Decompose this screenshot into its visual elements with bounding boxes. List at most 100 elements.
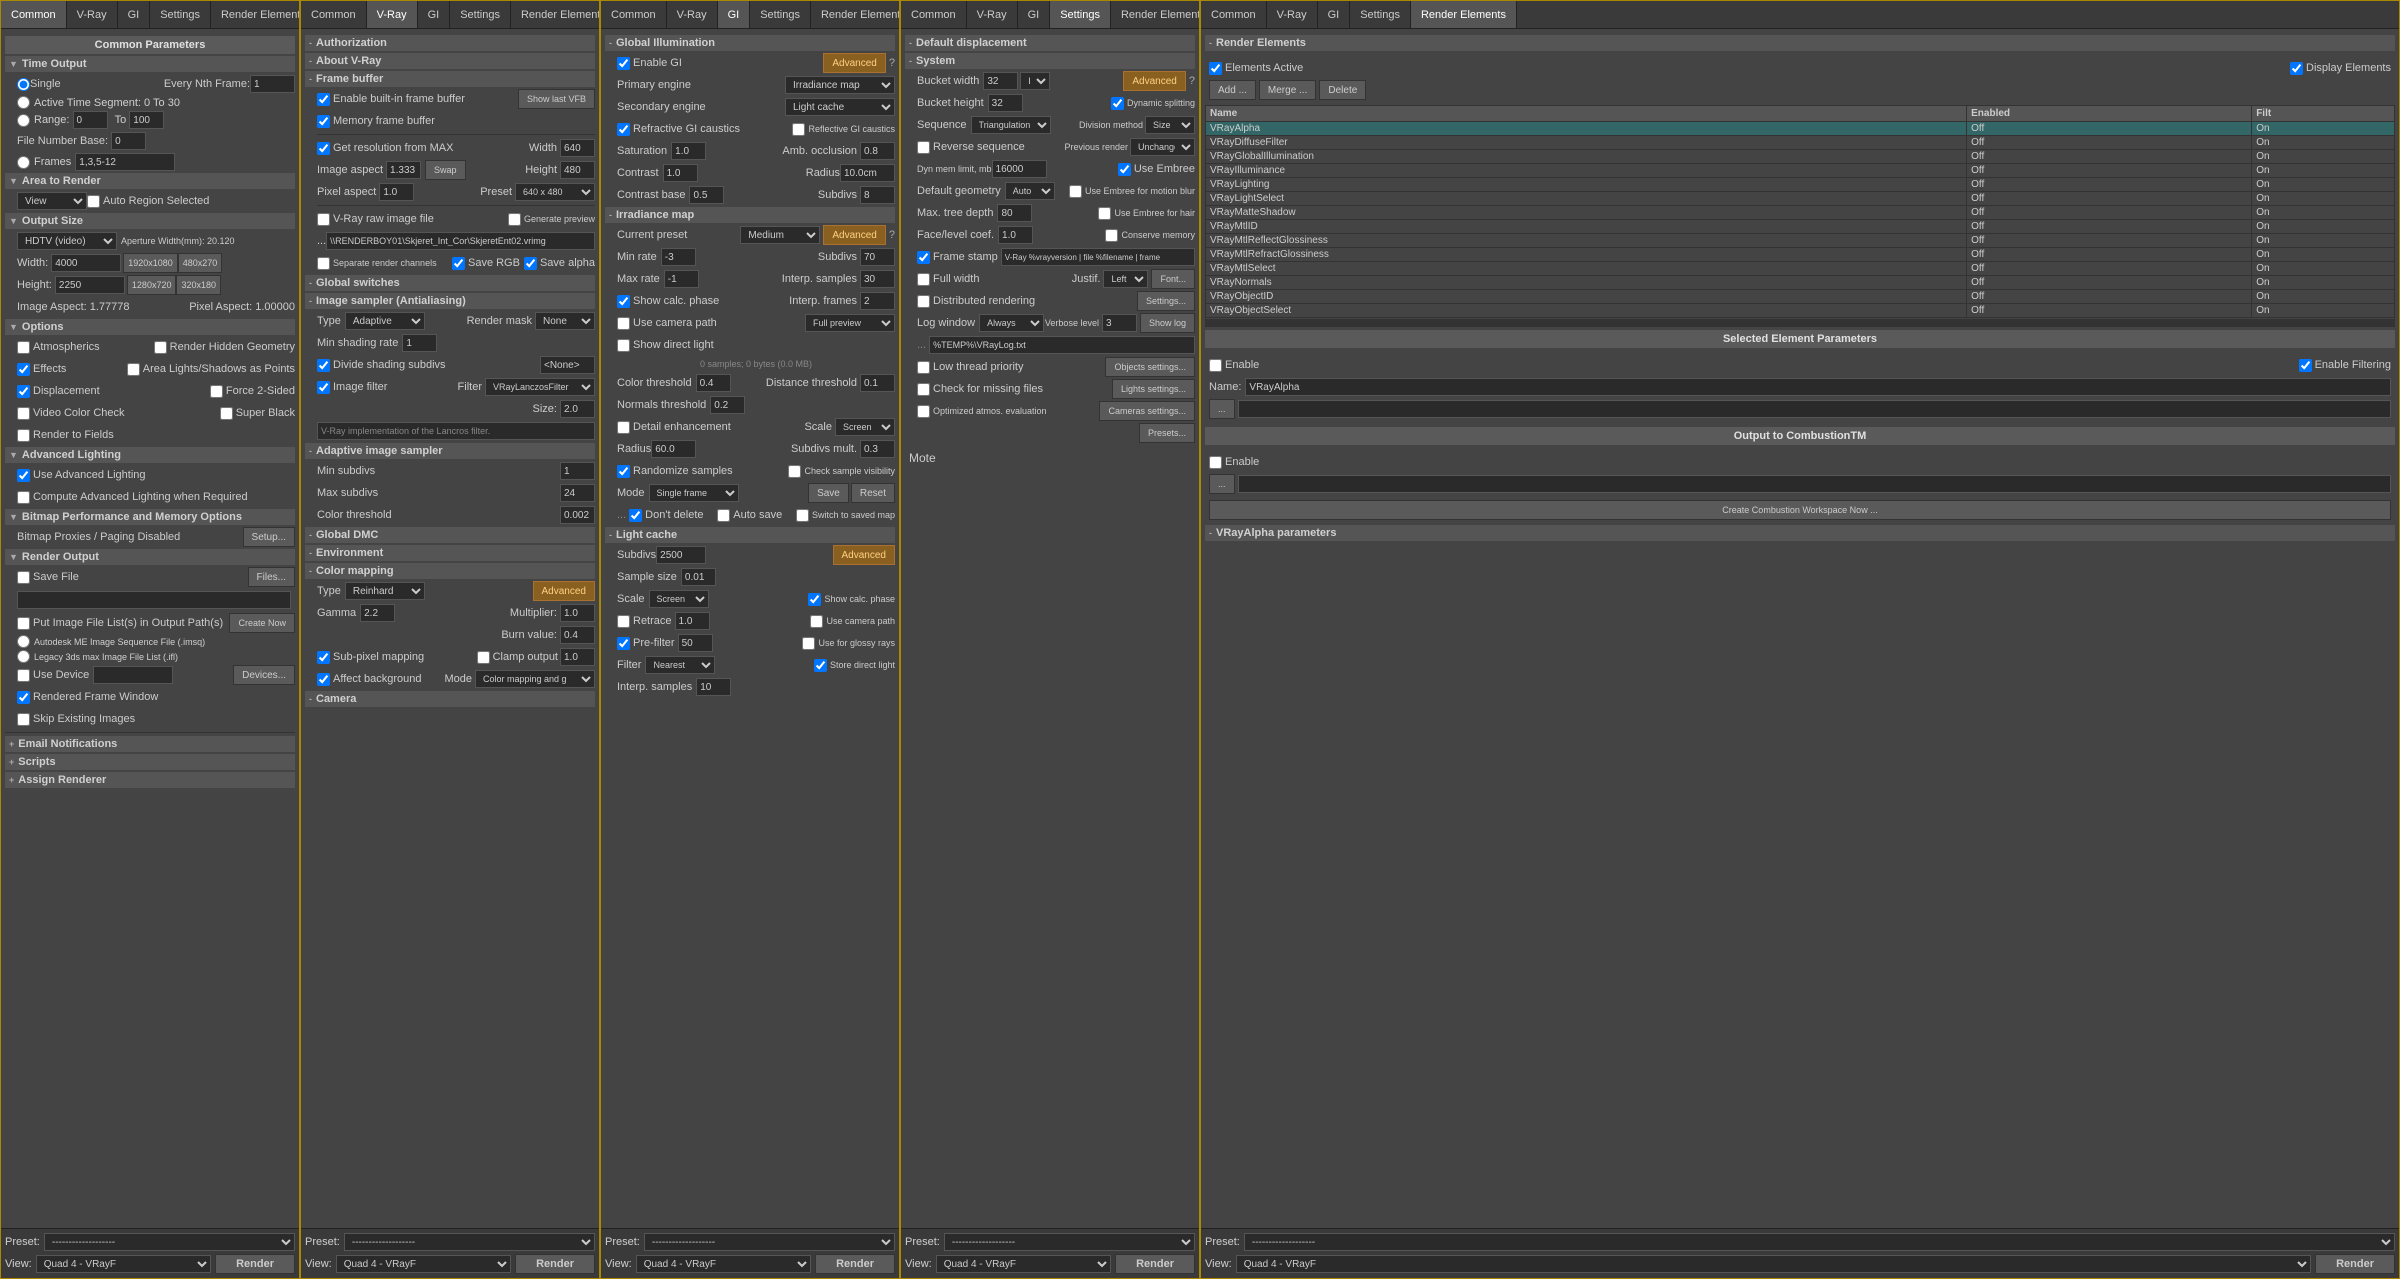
cb-divide-shading[interactable] bbox=[317, 359, 330, 372]
input-sample-size[interactable] bbox=[681, 568, 716, 586]
cb-sub-pixel[interactable] bbox=[317, 651, 330, 664]
btn-dist-settings[interactable]: Settings... bbox=[1137, 291, 1195, 311]
input-width[interactable] bbox=[51, 254, 121, 272]
tab-common-render-elements[interactable]: Render Elements bbox=[211, 1, 300, 28]
input-multiplier[interactable] bbox=[560, 604, 595, 622]
btn-font[interactable]: Font... bbox=[1151, 269, 1195, 289]
select-area-render[interactable]: View bbox=[17, 192, 87, 210]
group-email[interactable]: + Email Notifications bbox=[5, 736, 295, 752]
cb-pre-filter[interactable] bbox=[617, 637, 630, 650]
radio-single[interactable] bbox=[17, 78, 30, 91]
select-lc-scale[interactable]: Screen bbox=[649, 590, 709, 608]
table-row[interactable]: VRayMatteShadow Off On bbox=[1206, 206, 2395, 220]
group-bitmap[interactable]: ▼ Bitmap Performance and Memory Options bbox=[5, 509, 295, 525]
group-about-vray[interactable]: - About V-Ray bbox=[305, 53, 595, 69]
group-vrayalpha-params[interactable]: - VRayAlpha parameters bbox=[1205, 525, 2395, 541]
btn-files[interactable]: Files... bbox=[248, 567, 295, 587]
table-row[interactable]: VRayMtlRefractGlossiness Off On bbox=[1206, 248, 2395, 262]
table-row[interactable]: VRayLightSelect Off On bbox=[1206, 192, 2395, 206]
input-radius-de[interactable] bbox=[651, 440, 696, 458]
btn-cameras-settings[interactable]: Cameras settings... bbox=[1099, 401, 1195, 421]
cb-embree-hair[interactable] bbox=[1098, 207, 1111, 220]
cb-retrace[interactable] bbox=[617, 615, 630, 628]
radio-active-time[interactable] bbox=[17, 96, 30, 109]
btn-res2[interactable]: 480x270 bbox=[178, 253, 223, 273]
group-irradiance[interactable]: - Irradiance map bbox=[605, 207, 895, 223]
cb-show-direct-light[interactable] bbox=[617, 339, 630, 352]
cb-displacement[interactable] bbox=[17, 385, 30, 398]
input-min-rate[interactable] bbox=[661, 248, 696, 266]
group-re-title[interactable]: - Render Elements bbox=[1205, 35, 2395, 51]
tab-vray-gi[interactable]: GI bbox=[418, 1, 451, 28]
input-frames[interactable] bbox=[75, 153, 175, 171]
select-view-re[interactable]: Quad 4 - VRayF bbox=[1236, 1255, 2311, 1273]
group-gi[interactable]: - Global Illumination bbox=[605, 35, 895, 51]
cb-enable-filtering[interactable] bbox=[2299, 359, 2312, 372]
select-preview[interactable]: Full preview bbox=[805, 314, 895, 332]
input-subdivs-mult[interactable] bbox=[860, 440, 895, 458]
table-row[interactable]: VRayMtlReflectGlossiness Off On bbox=[1206, 234, 2395, 248]
btn-advanced-sys[interactable]: Advanced bbox=[1123, 71, 1185, 91]
table-row[interactable]: VRayObjectID Off On bbox=[1206, 290, 2395, 304]
tab-vray-common[interactable]: Common bbox=[301, 1, 367, 28]
input-nt[interactable] bbox=[710, 396, 745, 414]
input-interp-samples-lc[interactable] bbox=[696, 678, 731, 696]
input-dt[interactable] bbox=[860, 374, 895, 392]
table-row[interactable]: VRayMtlSelect Off On bbox=[1206, 262, 2395, 276]
input-bucket-width[interactable] bbox=[983, 72, 1018, 90]
cb-store-direct[interactable] bbox=[814, 659, 827, 672]
input-clamp-value[interactable] bbox=[560, 648, 595, 666]
radio-autodesk[interactable] bbox=[17, 635, 30, 648]
tab-re-gi[interactable]: GI bbox=[1318, 1, 1351, 28]
cb-full-width[interactable] bbox=[917, 273, 930, 286]
select-prev-render[interactable]: Unchange bbox=[1130, 138, 1195, 156]
cb-force-2sided[interactable] bbox=[210, 385, 223, 398]
select-sequence[interactable]: Triangulation bbox=[971, 116, 1051, 134]
select-preset-vray-res[interactable]: 640 x 480 bbox=[515, 183, 595, 201]
input-bucket-height[interactable] bbox=[988, 94, 1023, 112]
select-current-preset-gi[interactable]: Medium bbox=[740, 226, 820, 244]
input-height-vray[interactable] bbox=[560, 161, 595, 179]
cb-show-calc[interactable] bbox=[617, 295, 630, 308]
radio-frames[interactable] bbox=[17, 156, 30, 169]
input-dyn-mem[interactable] bbox=[992, 160, 1047, 178]
cb-enable-built-in[interactable] bbox=[317, 93, 330, 106]
select-lc-filter[interactable]: Nearest bbox=[645, 656, 715, 674]
group-global-switches[interactable]: - Global switches bbox=[305, 275, 595, 291]
group-light-cache[interactable]: - Light cache bbox=[605, 527, 895, 543]
btn-render-settings[interactable]: Render bbox=[1115, 1254, 1195, 1274]
input-retrace[interactable] bbox=[675, 612, 710, 630]
input-every-nth[interactable] bbox=[250, 75, 295, 93]
re-table-body[interactable]: VRayAlpha Off On VRayDiffuseFilter Off O… bbox=[1206, 122, 2395, 318]
btn-lights-settings[interactable]: Lights settings... bbox=[1112, 379, 1195, 399]
select-view-vray[interactable]: Quad 4 - VRayF bbox=[336, 1255, 511, 1273]
group-area-render[interactable]: ▼ Area to Render bbox=[5, 173, 295, 189]
input-device[interactable] bbox=[93, 666, 173, 684]
input-log-path[interactable] bbox=[929, 336, 1195, 354]
cb-use-device[interactable] bbox=[17, 669, 30, 682]
cb-area-lights[interactable] bbox=[127, 363, 140, 376]
input-burn[interactable] bbox=[560, 626, 595, 644]
btn-advanced-im[interactable]: Advanced bbox=[823, 225, 885, 245]
select-preset-re[interactable]: ------------------- bbox=[1244, 1233, 2395, 1251]
select-preset-common[interactable]: ------------------- bbox=[44, 1233, 295, 1251]
btn-advanced-cm[interactable]: Advanced bbox=[533, 581, 595, 601]
input-min-shading[interactable] bbox=[402, 334, 437, 352]
input-verbose[interactable] bbox=[1102, 314, 1137, 332]
cb-enable-gi[interactable] bbox=[617, 57, 630, 70]
group-system[interactable]: - System bbox=[905, 53, 1195, 69]
cb-use-glossy[interactable] bbox=[802, 637, 815, 650]
group-assign[interactable]: + Assign Renderer bbox=[5, 772, 295, 788]
btn-res3[interactable]: 1280x720 bbox=[127, 275, 177, 295]
cb-generate-preview[interactable] bbox=[508, 213, 521, 226]
cb-reverse-seq[interactable] bbox=[917, 141, 930, 154]
select-preset-vray[interactable]: ------------------- bbox=[344, 1233, 595, 1251]
btn-setup[interactable]: Setup... bbox=[243, 527, 295, 547]
input-gamma[interactable] bbox=[360, 604, 395, 622]
btn-render-re[interactable]: Render bbox=[2315, 1254, 2395, 1274]
tab-vray-vray[interactable]: V-Ray bbox=[367, 1, 418, 28]
select-mode-im[interactable]: Single frame bbox=[649, 484, 739, 502]
cb-render-hidden[interactable] bbox=[154, 341, 167, 354]
cb-compute-advanced[interactable] bbox=[17, 491, 30, 504]
tab-re-render-elements[interactable]: Render Elements bbox=[1411, 1, 1517, 28]
